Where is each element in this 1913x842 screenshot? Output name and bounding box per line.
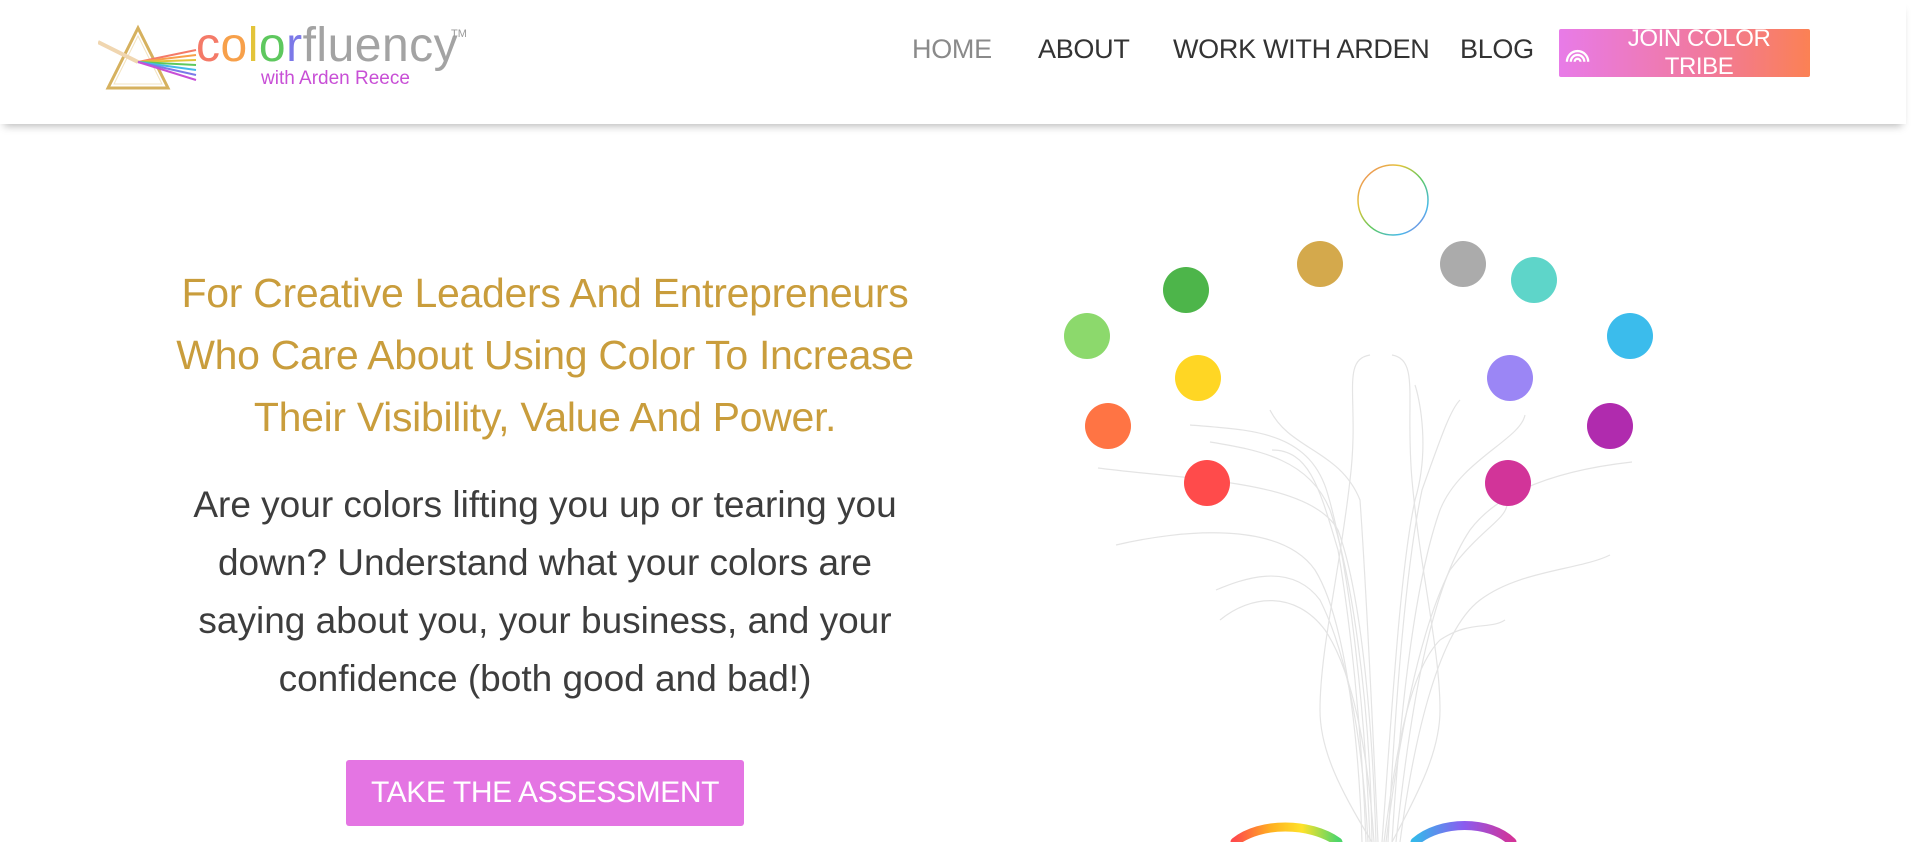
hero-body-line: Are your colors lifting you up or tearin… — [193, 484, 897, 525]
color-dot-magenta — [1485, 460, 1531, 506]
logo-letter: l — [247, 19, 259, 72]
logo-letter: o — [258, 19, 287, 72]
color-dot-sky-blue — [1607, 313, 1653, 359]
rainbow-icon — [1565, 49, 1590, 62]
take-assessment-button[interactable]: TAKE THE ASSESSMENT — [346, 760, 744, 826]
logo-letter: c — [196, 19, 221, 72]
logo-letter: o — [220, 19, 248, 72]
logo-letter: r — [286, 19, 303, 72]
join-color-tribe-button[interactable]: JOIN COLOR TRIBE — [1559, 25, 1810, 80]
logo-word-fluency: fluency — [302, 19, 459, 72]
tree-branches — [1097, 354, 1633, 842]
hero-body-line: confidence (both good and bad!) — [278, 658, 812, 699]
hero-body-line: down? Understand what your colors are — [217, 542, 873, 583]
color-tree-illustration — [1064, 164, 1653, 842]
logo-wordmark: colorfluency — [196, 18, 458, 74]
color-dot-yellow — [1175, 355, 1221, 401]
colorfluency-logo[interactable]: colorfluency TM with Arden Reece — [98, 18, 478, 93]
hero-heading-line: Their Visibility, Value And Power. — [253, 394, 837, 440]
color-dot-green — [1163, 267, 1209, 313]
color-dot-purple — [1587, 403, 1633, 449]
color-dot-teal — [1511, 257, 1557, 303]
nav-about[interactable]: ABOUT — [1038, 34, 1130, 65]
color-dot-orange — [1085, 403, 1131, 449]
rainbow-root-left — [1230, 822, 1343, 842]
color-dot-gray — [1440, 241, 1486, 287]
color-dot-red — [1184, 460, 1230, 506]
hero-body-line: saying about you, your business, and you… — [198, 600, 892, 641]
hero-heading-line: For Creative Leaders And Entrepreneurs — [181, 270, 909, 316]
prism-icon — [98, 24, 197, 90]
color-dot-lavender — [1487, 355, 1533, 401]
nav-work-with-arden[interactable]: WORK WITH ARDEN — [1173, 34, 1430, 65]
rainbow-root-right — [1410, 821, 1517, 842]
logo-trademark: TM — [451, 28, 467, 40]
nav-home[interactable]: HOME — [912, 34, 992, 65]
logo-subtitle: with Arden Reece — [261, 68, 410, 89]
color-dot-light-green — [1064, 313, 1110, 359]
nav-blog[interactable]: BLOG — [1460, 34, 1534, 65]
color-dot-gold — [1297, 241, 1343, 287]
color-dot-white — [1357, 164, 1429, 236]
hero-heading: For Creative Leaders And Entrepreneurs W… — [150, 262, 940, 448]
site-header: colorfluency TM with Arden Reece HOME AB… — [0, 0, 1906, 124]
hero-heading-line: Who Care About Using Color To Increase — [176, 332, 914, 378]
hero-body: Are your colors lifting you up or tearin… — [165, 476, 925, 708]
join-color-tribe-label: JOIN COLOR TRIBE — [1627, 25, 1771, 80]
